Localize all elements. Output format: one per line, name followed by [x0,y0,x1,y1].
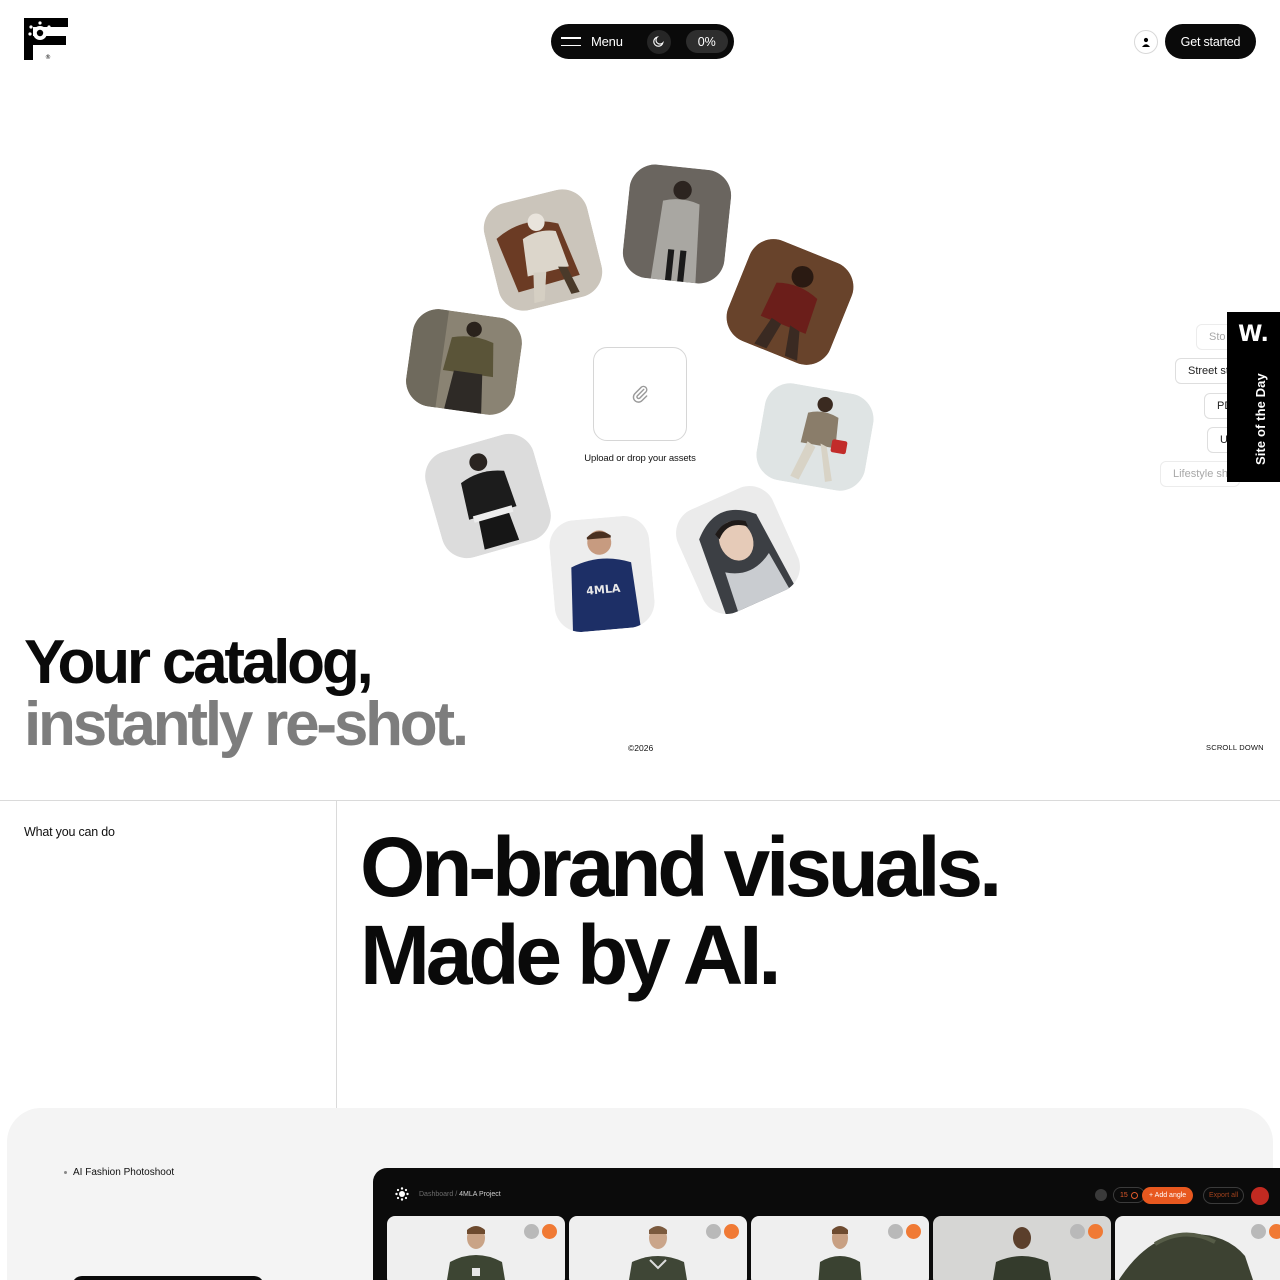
download-icon[interactable] [906,1224,921,1239]
model-image [447,1226,505,1280]
upload-dropzone[interactable] [593,347,687,441]
copyright: ©2026 [628,743,654,753]
avatar[interactable] [1251,1187,1269,1205]
section-title-line-1: On-brand visuals. [360,820,1002,914]
hero-photo-puffer [718,231,862,373]
app-logo-icon [395,1187,409,1201]
section-title-line-2: Made by AI. [360,908,782,1002]
feature-panel-button[interactable] [72,1276,264,1280]
app-toolbar: Dashboard / 4MLA Project 15 + Add angle … [373,1168,1280,1212]
moon-icon [653,36,665,47]
trash-icon[interactable] [1251,1224,1266,1239]
hero-photo-walking [752,379,878,495]
svg-text:®: ® [45,54,51,60]
award-logo: W. [1238,322,1269,347]
model-image [629,1226,687,1280]
section-label: What you can do [24,825,115,839]
add-angle-button[interactable]: + Add angle [1142,1187,1194,1204]
hero-photo-hood [667,477,809,623]
trash-icon[interactable] [706,1224,721,1239]
hamburger-icon [561,37,581,46]
hero-title-line-1: Your catalog, [24,628,374,697]
award-label: Site of the Day [1253,373,1268,465]
credits-badge: 15 [1113,1187,1145,1203]
nav-pill: Menu 0% [551,24,734,59]
column-divider [336,801,337,1108]
section-divider [0,800,1280,801]
get-started-button[interactable]: Get started [1165,24,1256,59]
site-of-the-day-badge[interactable]: W. Site of the Day [1227,312,1280,482]
trash-icon[interactable] [524,1224,539,1239]
model-image [818,1226,862,1280]
hero-title-line-2: instantly re-shot. [24,690,469,759]
shot-card[interactable] [387,1216,565,1280]
breadcrumb-current: 4MLA Project [459,1191,501,1198]
menu-label: Menu [591,34,623,49]
download-icon[interactable] [1269,1224,1280,1239]
bullet-icon [64,1171,67,1174]
upload-caption: Upload or drop your assets [584,453,696,464]
scroll-down-link[interactable]: SCROLL DOWN [1206,743,1264,752]
export-all-button[interactable]: Export all [1203,1187,1245,1204]
account-button[interactable] [1134,30,1158,54]
paperclip-icon [632,385,648,403]
scroll-progress-badge: 0% [685,30,728,53]
download-icon[interactable] [1088,1224,1103,1239]
shot-card[interactable] [1115,1216,1280,1280]
trash-icon[interactable] [888,1224,903,1239]
shot-card[interactable] [933,1216,1111,1280]
hero-photo-blue-jacket: 4MLA [547,513,657,635]
feature-panel-label: AI Fashion Photoshoot [64,1167,174,1178]
hero-photo-coat [620,161,734,287]
breadcrumb-separator: / [455,1191,458,1198]
menu-button[interactable]: Menu [561,24,623,59]
brand-logo-icon[interactable]: ® [24,18,68,61]
hero-photo-sweater [419,427,557,565]
hero-title: Your catalog, instantly re-shot. [24,628,469,759]
trash-icon[interactable] [1070,1224,1085,1239]
shot-card[interactable] [751,1216,929,1280]
theme-toggle-button[interactable] [646,29,671,54]
app-theme-toggle[interactable] [1095,1189,1107,1201]
download-icon[interactable] [724,1224,739,1239]
credits-icon [1130,1191,1138,1199]
download-icon[interactable] [542,1224,557,1239]
breadcrumb-root[interactable]: Dashboard [419,1191,453,1198]
user-icon [1142,37,1150,47]
hero-photo-olive [402,305,526,419]
hero-photo-chair [478,183,608,317]
section-title: On-brand visuals. Made by AI. [360,820,1002,1002]
credits-count: 15 [1120,1191,1128,1199]
shot-card[interactable] [569,1216,747,1280]
breadcrumb: Dashboard / 4MLA Project [419,1191,501,1198]
feature-panel-title: AI Fashion Photoshoot [73,1167,175,1178]
model-image [993,1227,1051,1280]
